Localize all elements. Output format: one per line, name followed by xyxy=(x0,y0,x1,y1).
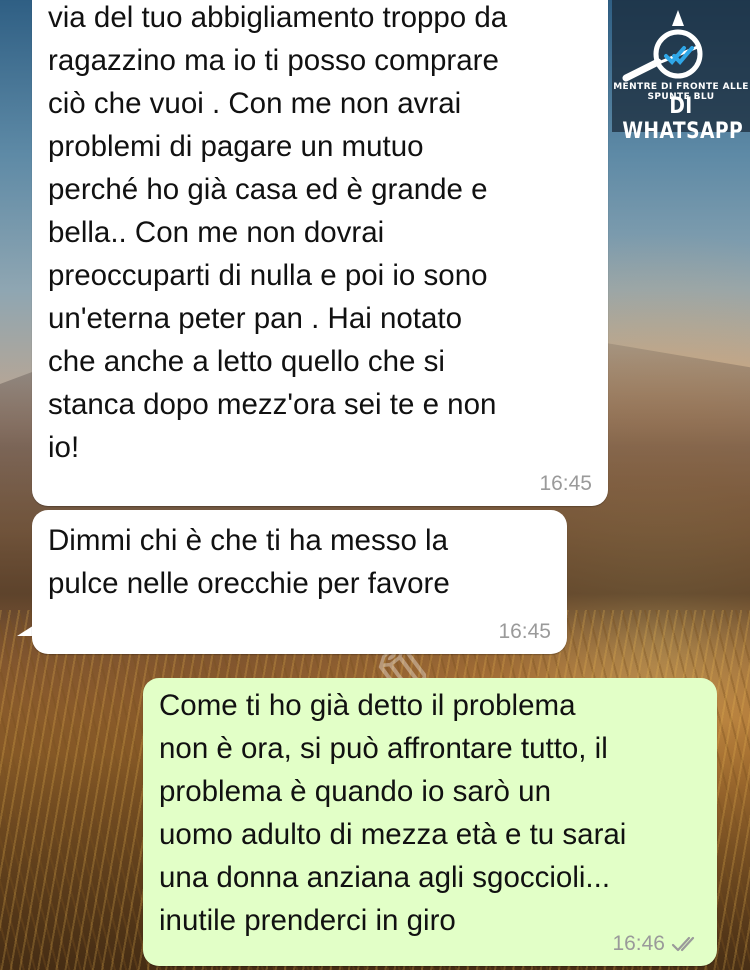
message-text: Dimmi chi è che ti ha messo la pulce nel… xyxy=(48,524,450,600)
message-time: 16:46 xyxy=(612,932,665,955)
double-check-icon xyxy=(671,936,695,952)
message-bubble-incoming[interactable]: Dimmi chi è che ti ha messo la pulce nel… xyxy=(32,510,567,654)
message-bubble-outgoing[interactable]: Come ti ho già detto il problema non è o… xyxy=(143,678,717,966)
message-meta: 16:46 xyxy=(612,932,701,956)
logo-title: DI WHATSAPP xyxy=(622,94,744,144)
message-text: via del tuo abbigliamento troppo da raga… xyxy=(48,1,508,464)
magnifier-check-icon xyxy=(622,10,703,82)
message-meta: 16:45 xyxy=(539,472,592,496)
message-meta: 16:45 xyxy=(498,620,551,644)
message-time: 16:45 xyxy=(498,620,551,643)
message-text: Come ti ho già detto il problema non è o… xyxy=(159,689,627,937)
message-time: 16:45 xyxy=(539,472,592,495)
watermark-logo: MENTRE DI FRONTE ALLE SPUNTE BLU DI WHAT… xyxy=(612,0,750,144)
message-bubble-incoming[interactable]: via del tuo abbigliamento troppo da raga… xyxy=(32,0,608,506)
